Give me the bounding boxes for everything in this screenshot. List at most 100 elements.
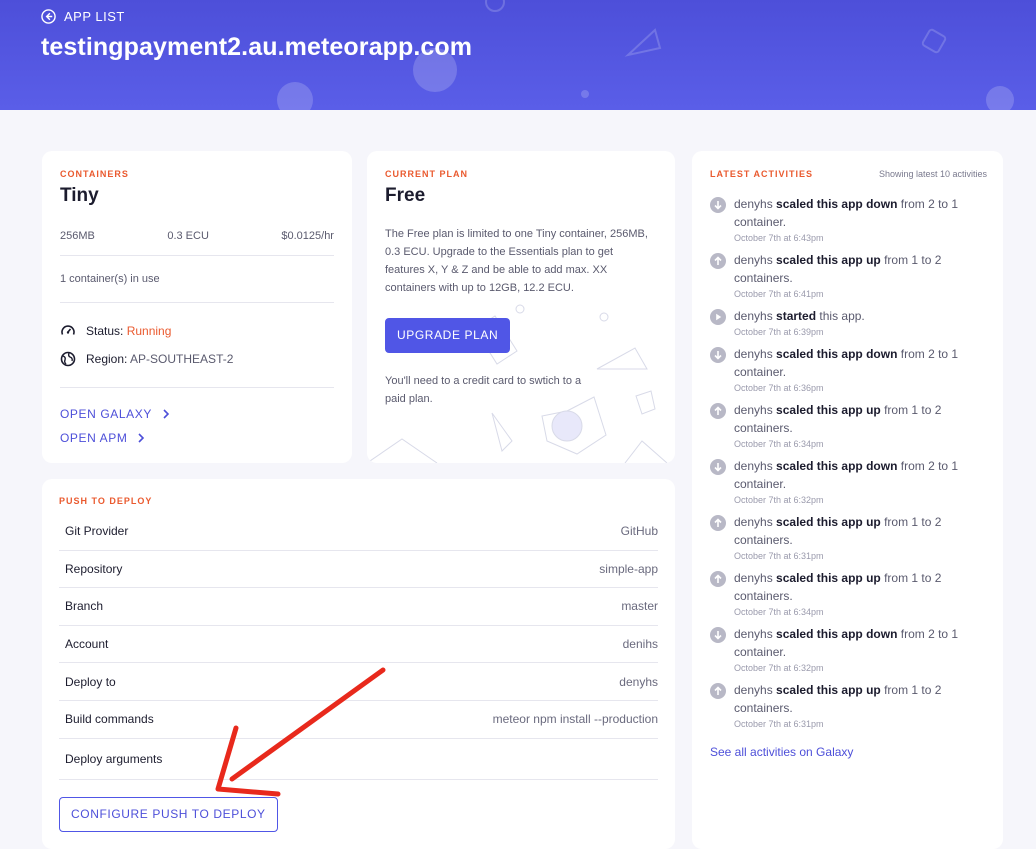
activity-user: denyhs — [734, 197, 773, 211]
deploy-row: Git Provider GitHub — [59, 513, 658, 551]
activity-list: denyhs scaled this app down from 2 to 1 … — [710, 195, 987, 731]
activity-item: denyhs scaled this app down from 2 to 1 … — [710, 457, 987, 507]
globe-icon — [60, 351, 76, 367]
activity-item: denyhs scaled this app up from 1 to 2 co… — [710, 251, 987, 301]
play-circle-icon — [710, 309, 726, 325]
deploy-row: Repository simple-app — [59, 551, 658, 589]
activity-user: denyhs — [734, 515, 773, 529]
container-size: Tiny — [60, 185, 99, 206]
activity-item: denyhs scaled this app down from 2 to 1 … — [710, 195, 987, 245]
activity-time: October 7th at 6:31pm — [734, 551, 824, 561]
divider — [60, 387, 334, 388]
ecu-value: 0.3 ECU — [167, 230, 209, 242]
activity-time: October 7th at 6:32pm — [734, 495, 824, 505]
back-to-app-list-link[interactable]: APP LIST — [41, 9, 125, 24]
activity-action: scaled this app up — [776, 403, 881, 417]
activity-time: October 7th at 6:43pm — [734, 233, 824, 243]
row-key: Deploy to — [65, 674, 116, 689]
row-value: GitHub — [620, 524, 658, 539]
page-header: APP LIST testingpayment2.au.meteorapp.co… — [0, 0, 1036, 110]
region-row: Region: AP-SOUTHEAST-2 — [60, 351, 334, 367]
divider — [60, 302, 334, 303]
activity-user: denyhs — [734, 627, 773, 641]
see-all-activities-link[interactable]: See all activities on Galaxy — [710, 745, 987, 759]
open-galaxy-label: OPEN GALAXY — [60, 407, 152, 421]
back-label: APP LIST — [64, 9, 125, 24]
section-label: CURRENT PLAN — [385, 169, 468, 179]
activity-user: denyhs — [734, 683, 773, 697]
containers-card: CONTAINERS Tiny 256MB 0.3 ECU $0.0125/hr… — [42, 151, 352, 463]
activity-action: scaled this app down — [776, 627, 898, 641]
gauge-icon — [61, 325, 75, 335]
arrow-up-circle-icon — [710, 683, 726, 699]
row-value: master — [621, 599, 658, 614]
activity-text: denyhs scaled this app down from 2 to 1 … — [734, 625, 987, 661]
plan-note: You'll need to a credit card to swtich t… — [385, 375, 582, 405]
activity-time: October 7th at 6:39pm — [734, 327, 824, 337]
row-key: Deploy arguments — [65, 751, 163, 766]
row-key: Account — [65, 637, 109, 652]
activities-header: LATEST ACTIVITIES Showing latest 10 acti… — [710, 169, 987, 179]
configure-push-to-deploy-button[interactable]: CONFIGURE PUSH TO DEPLOY — [59, 797, 278, 832]
activity-user: denyhs — [734, 347, 773, 361]
activity-item: denyhs scaled this app up from 1 to 2 co… — [710, 513, 987, 563]
open-apm-label: OPEN APM — [60, 431, 128, 445]
row-key: Git Provider — [65, 524, 129, 539]
activity-item: denyhs started this app. October 7th at 6… — [710, 307, 987, 339]
activity-action: scaled this app down — [776, 347, 898, 361]
section-label: PUSH TO DEPLOY — [59, 496, 153, 506]
activity-detail: this app. — [816, 309, 865, 323]
row-value: simple-app — [599, 561, 658, 576]
plan-name: Free — [385, 185, 426, 206]
region-label: Region: — [86, 352, 128, 366]
deploy-row: Account denihs — [59, 626, 658, 664]
upgrade-plan-button[interactable]: UPGRADE PLAN — [385, 318, 511, 353]
section-label: CONTAINERS — [60, 169, 129, 179]
deploy-row: Deploy arguments — [59, 739, 658, 780]
deploy-row: Deploy to denyhs — [59, 663, 658, 701]
activity-time: October 7th at 6:34pm — [734, 439, 824, 449]
activity-user: denyhs — [734, 571, 773, 585]
arrow-up-circle-icon — [710, 515, 726, 531]
arrow-down-circle-icon — [710, 347, 726, 363]
arrow-down-circle-icon — [710, 627, 726, 643]
activity-action: started — [776, 309, 817, 323]
row-key: Repository — [65, 561, 123, 576]
activity-item: denyhs scaled this app up from 1 to 2 co… — [710, 401, 987, 451]
section-label: LATEST ACTIVITIES — [710, 169, 814, 179]
open-apm-link[interactable]: OPEN APM — [60, 431, 334, 445]
activity-user: denyhs — [734, 459, 773, 473]
arrow-up-circle-icon — [710, 403, 726, 419]
deploy-row: Build commands meteor npm install --produ… — [59, 701, 658, 739]
divider — [60, 255, 334, 256]
activity-text: denyhs scaled this app down from 2 to 1 … — [734, 195, 987, 231]
activity-action: scaled this app up — [776, 683, 881, 697]
activity-text: denyhs scaled this app up from 1 to 2 co… — [734, 401, 987, 437]
activity-time: October 7th at 6:41pm — [734, 289, 824, 299]
activity-time: October 7th at 6:34pm — [734, 607, 824, 617]
activity-action: scaled this app up — [776, 571, 881, 585]
activity-text: denyhs scaled this app down from 2 to 1 … — [734, 345, 987, 381]
arrow-up-circle-icon — [710, 253, 726, 269]
activity-time: October 7th at 6:32pm — [734, 663, 824, 673]
chevron-right-icon — [138, 433, 145, 443]
row-value: meteor npm install --production — [492, 712, 658, 727]
activity-text: denyhs scaled this app up from 1 to 2 co… — [734, 513, 987, 549]
memory-value: 256MB — [60, 230, 95, 242]
containers-in-use: 1 container(s) in use — [60, 273, 160, 285]
row-key: Build commands — [65, 712, 154, 727]
activity-time: October 7th at 6:36pm — [734, 383, 824, 393]
activity-item: denyhs scaled this app up from 1 to 2 co… — [710, 681, 987, 731]
open-galaxy-link[interactable]: OPEN GALAXY — [60, 407, 334, 421]
region-value: AP-SOUTHEAST-2 — [130, 352, 234, 366]
row-value: denyhs — [619, 674, 658, 689]
activity-user: denyhs — [734, 253, 773, 267]
activity-action: scaled this app up — [776, 515, 881, 529]
activity-text: denyhs scaled this app up from 1 to 2 co… — [734, 569, 987, 605]
activity-item: denyhs scaled this app down from 2 to 1 … — [710, 345, 987, 395]
latest-activities-card: LATEST ACTIVITIES Showing latest 10 acti… — [692, 151, 1003, 849]
activity-text: denyhs scaled this app up from 1 to 2 co… — [734, 681, 987, 717]
arrow-up-circle-icon — [710, 571, 726, 587]
activity-text: denyhs started this app. — [734, 307, 865, 325]
current-plan-card: CURRENT PLAN Free The Free plan is limit… — [367, 151, 675, 463]
